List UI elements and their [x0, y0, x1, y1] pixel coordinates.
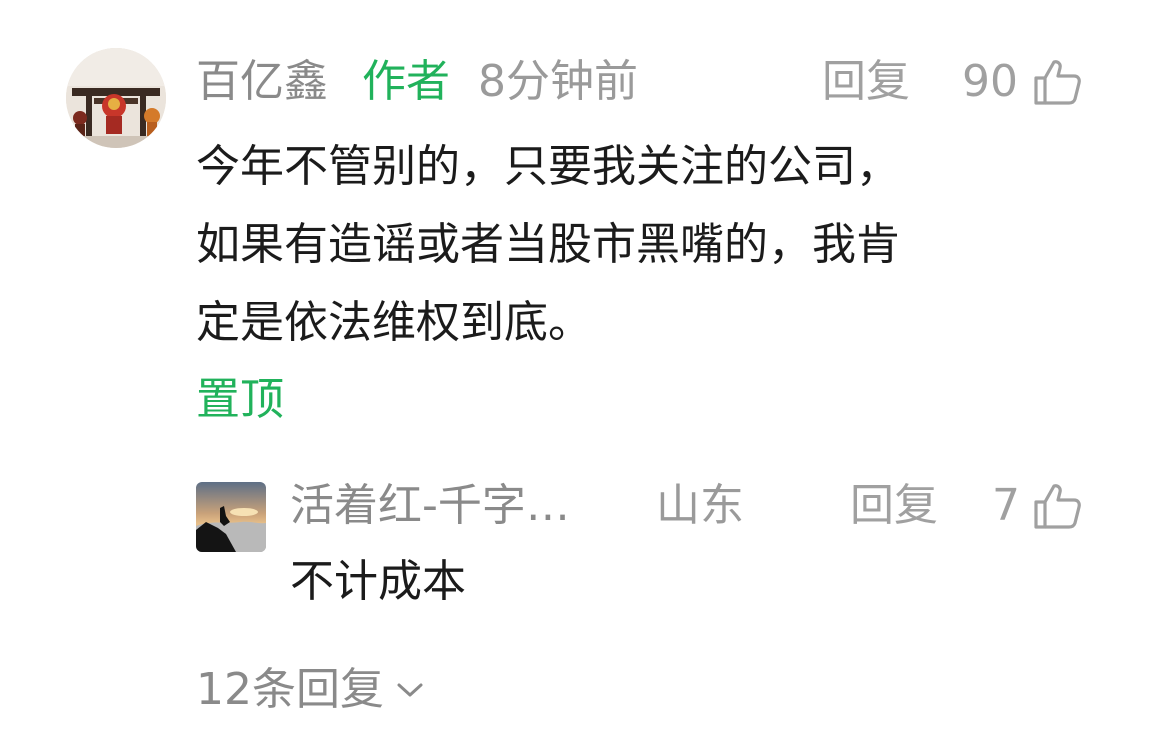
more-replies-button[interactable]: 12条回复: [196, 662, 424, 718]
reply-location: 山东: [656, 480, 744, 531]
sunset-mountain-avatar: [196, 482, 266, 552]
comment-meta-row: 百亿鑫 作者 8分钟前: [196, 54, 1096, 110]
commenter-username[interactable]: 百亿鑫: [196, 54, 328, 110]
pinned-label: 置顶: [196, 374, 284, 425]
reply-body: 不计成本: [290, 556, 466, 607]
reply-username[interactable]: 活着红-千字…: [290, 478, 570, 534]
author-badge: 作者: [362, 56, 450, 107]
reply-button[interactable]: 回复: [822, 54, 910, 110]
comment-line: 如果有造谣或者当股市黑嘴的，我肯: [196, 219, 900, 270]
thumbs-up-icon[interactable]: [1032, 482, 1082, 530]
comment-line: 定是依法维权到底。: [196, 297, 592, 348]
comment-line: 今年不管别的，只要我关注的公司，: [196, 141, 900, 192]
comment-timestamp: 8分钟前: [478, 56, 638, 107]
more-replies-label: 12条回复: [196, 664, 384, 715]
reply-button[interactable]: 回复: [850, 478, 938, 534]
reply-avatar[interactable]: [196, 482, 266, 552]
comment-body: 今年不管别的，只要我关注的公司， 如果有造谣或者当股市黑嘴的，我肯 定是依法维权…: [196, 128, 1096, 362]
like-count: 7: [992, 480, 1020, 531]
figurine-avatar: [66, 48, 166, 148]
commenter-avatar[interactable]: [66, 48, 166, 148]
thumbs-up-icon[interactable]: [1032, 58, 1082, 106]
like-count: 90: [962, 56, 1018, 107]
chevron-down-icon: [397, 683, 423, 697]
